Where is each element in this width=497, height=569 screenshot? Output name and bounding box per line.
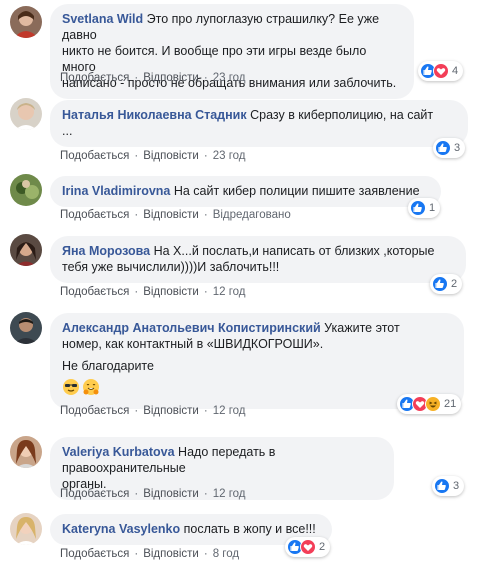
comment-actions: Подобається · Відповісти · 23 год xyxy=(60,72,246,84)
reaction-count: 3 xyxy=(453,480,460,492)
reply-link[interactable]: Відповісти xyxy=(143,209,199,221)
like-link[interactable]: Подобається xyxy=(60,405,129,417)
comment-actions: Подобається · Відповісти · 12 год xyxy=(60,405,246,417)
reply-link[interactable]: Відповісти xyxy=(143,405,199,417)
avatar[interactable] xyxy=(10,436,42,468)
comment-author[interactable]: Valeriya Kurbatova xyxy=(62,445,175,459)
avatar[interactable] xyxy=(10,6,42,38)
comment-actions: Подобається · Відповісти · 8 год xyxy=(60,548,240,560)
like-icon xyxy=(435,140,451,156)
comment-actions: Подобається · Відповісти · 12 год xyxy=(60,286,246,298)
comment-bubble: Яна Морозова На Х...й послать,и написать… xyxy=(50,236,466,283)
avatar[interactable] xyxy=(10,98,42,130)
comment-time[interactable]: 12 год xyxy=(213,488,246,500)
reactions-summary[interactable]: 21 xyxy=(397,394,462,414)
like-link[interactable]: Подобається xyxy=(60,548,129,560)
comment-text: никто не боится. И вообще про эти игры в… xyxy=(62,44,367,74)
reaction-count: 2 xyxy=(451,278,458,290)
comment-text: Не благодарите xyxy=(62,359,154,373)
comment-time[interactable]: 23 год xyxy=(213,72,246,84)
reactions-summary[interactable]: 4 xyxy=(418,61,464,81)
reply-link[interactable]: Відповісти xyxy=(143,150,199,162)
reactions-summary[interactable]: 2 xyxy=(285,537,331,557)
comment-text: На сайт кибер полиции пишите заявление xyxy=(173,184,420,198)
avatar[interactable] xyxy=(10,513,42,545)
like-icon xyxy=(410,200,426,216)
comment-author[interactable]: Наталья Николаевна Стадник xyxy=(62,108,247,122)
reaction-count: 2 xyxy=(319,541,326,553)
avatar[interactable] xyxy=(10,174,42,206)
comment-bubble: Svetlana Wild Это про лупоглазую страшил… xyxy=(50,4,414,99)
comment-edited[interactable]: Відредаговано xyxy=(213,209,291,221)
emoji-row xyxy=(62,378,452,396)
like-link[interactable]: Подобається xyxy=(60,488,129,500)
comment-actions: Подобається · Відповісти · Відредаговано xyxy=(60,209,291,221)
comment-author[interactable]: Kateryna Vasylenko xyxy=(62,522,180,536)
reply-link[interactable]: Відповісти xyxy=(143,548,199,560)
comment-bubble: Наталья Николаевна Стадник Сразу в кибер… xyxy=(50,100,468,147)
like-icon xyxy=(432,276,448,292)
reply-link[interactable]: Відповісти xyxy=(143,72,199,84)
comment-time[interactable]: 23 год xyxy=(213,150,246,162)
comment-author[interactable]: Яна Морозова xyxy=(62,244,150,258)
reaction-count: 21 xyxy=(444,398,457,410)
like-link[interactable]: Подобається xyxy=(60,72,129,84)
sunglasses-emoji xyxy=(63,379,79,395)
comment-actions: Подобається · Відповісти · 12 год xyxy=(60,488,246,500)
reactions-summary[interactable]: 3 xyxy=(432,476,465,496)
like-link[interactable]: Подобається xyxy=(60,286,129,298)
comment-text: На Х...й послать,и написать от близких ,… xyxy=(153,244,435,258)
reactions-summary[interactable]: 3 xyxy=(433,138,466,158)
like-icon xyxy=(434,478,450,494)
comment-text: Укажите этот xyxy=(324,321,400,335)
love-icon xyxy=(433,63,449,79)
comment-author[interactable]: Александр Анатольевич Копистиринский xyxy=(62,321,321,335)
comment-text: Сразу в киберполицию, на сайт xyxy=(250,108,434,122)
comment-author[interactable]: Irina Vladimirovna xyxy=(62,184,170,198)
reactions-summary[interactable]: 1 xyxy=(408,198,441,218)
reaction-count: 4 xyxy=(452,65,459,77)
hug-emoji xyxy=(83,379,99,395)
reply-link[interactable]: Відповісти xyxy=(143,286,199,298)
comment-text: послать в жопу и все!!! xyxy=(183,522,316,536)
haha-icon xyxy=(425,396,441,412)
comment-author[interactable]: Svetlana Wild xyxy=(62,12,143,26)
avatar[interactable] xyxy=(10,234,42,266)
comment-time[interactable]: 8 год xyxy=(213,548,239,560)
comment-actions: Подобається · Відповісти · 23 год xyxy=(60,150,246,162)
love-icon xyxy=(300,539,316,555)
comment-text: номер, как контактный в «ШВИДКОГРОШИ». xyxy=(62,337,324,351)
comment-time[interactable]: 12 год xyxy=(213,405,246,417)
reactions-summary[interactable]: 2 xyxy=(430,274,463,294)
comment-text: ... xyxy=(62,124,73,138)
comment-bubble: Irina Vladimirovna На сайт кибер полиции… xyxy=(50,176,441,207)
comment-text: тебя уже вычислили))))И заблочить!!! xyxy=(62,260,280,274)
reaction-count: 3 xyxy=(454,142,461,154)
reaction-count: 1 xyxy=(429,202,436,214)
like-link[interactable]: Подобається xyxy=(60,150,129,162)
like-link[interactable]: Подобається xyxy=(60,209,129,221)
reply-link[interactable]: Відповісти xyxy=(143,488,199,500)
comment-time[interactable]: 12 год xyxy=(213,286,246,298)
avatar[interactable] xyxy=(10,312,42,344)
